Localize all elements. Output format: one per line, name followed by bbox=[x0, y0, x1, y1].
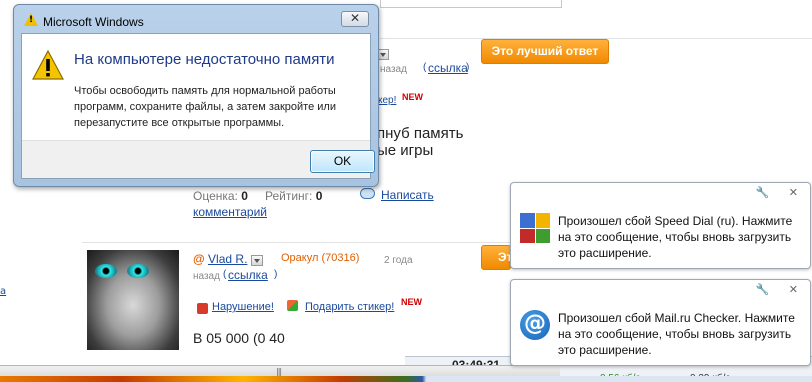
violation-icon bbox=[197, 303, 208, 314]
sticker-link[interactable]: кер! bbox=[378, 95, 396, 106]
dialog-heading: На компьютере недостаточно памяти bbox=[74, 51, 335, 68]
dialog-title: Microsoft Windows bbox=[43, 15, 144, 29]
taskbar[interactable] bbox=[0, 376, 812, 382]
cat-eye-left bbox=[95, 264, 117, 278]
speed-dial-icon bbox=[520, 213, 550, 243]
user-rank: Оракул (70316) bbox=[281, 252, 360, 264]
answer-user: @ Vlad R. bbox=[193, 252, 247, 266]
dialog-body: На компьютере недостаточно памяти Чтобы … bbox=[21, 33, 375, 179]
notification-tools[interactable]: 🔧 ✕ bbox=[756, 186, 806, 199]
warning-icon bbox=[32, 50, 64, 80]
write-comment-link[interactable]: Написать bbox=[381, 188, 434, 202]
at-icon: @ bbox=[193, 252, 205, 266]
paren-open-2: ( bbox=[223, 269, 227, 280]
gift-icon bbox=[287, 300, 298, 311]
notification-mailru-checker[interactable]: 🔧 ✕ @ Произошел сбой Mail.ru Checker. На… bbox=[510, 279, 811, 366]
best-answer-button-2[interactable]: Это bbox=[481, 245, 511, 270]
answer-age: 2 года bbox=[384, 255, 413, 266]
paren-close: ) bbox=[466, 62, 470, 73]
user-name-link[interactable]: Vlad R. bbox=[208, 252, 247, 266]
dialog-message: Чтобы освободить память для нормальной р… bbox=[74, 85, 336, 129]
ok-button[interactable]: OK bbox=[310, 150, 375, 173]
user-dropdown-icon[interactable] bbox=[251, 255, 263, 266]
left-edge-link[interactable]: а bbox=[0, 286, 6, 297]
notification-tools[interactable]: 🔧 ✕ bbox=[756, 283, 806, 296]
write-comment-link-2[interactable]: комментарий bbox=[193, 205, 267, 219]
cat-eye-right bbox=[127, 264, 149, 278]
violation-link[interactable]: Нарушение! bbox=[212, 301, 274, 313]
close-button[interactable]: ✕ bbox=[341, 11, 369, 27]
scrollbar-grip-icon: ||| bbox=[276, 367, 282, 376]
answer-age-2: назад bbox=[193, 271, 220, 282]
new-badge: NEW bbox=[402, 92, 423, 102]
answer-text-line-2: ые игры bbox=[377, 142, 434, 159]
paren-open: ( bbox=[423, 62, 427, 73]
warning-small-icon bbox=[24, 13, 38, 26]
best-answer-button[interactable]: Это лучший ответ bbox=[481, 39, 609, 64]
new-badge-2: NEW bbox=[401, 297, 422, 307]
top-input-box bbox=[380, 0, 562, 8]
score-label: Рейтинг: 0 bbox=[265, 189, 323, 203]
notification-text[interactable]: Произошел сбой Mail.ru Checker. Нажмите … bbox=[558, 310, 803, 358]
notification-text[interactable]: Произошел сбой Speed Dial (ru). Нажмите … bbox=[558, 213, 803, 261]
answer-time: назад bbox=[380, 64, 407, 75]
rating-label: Оценка: 0 bbox=[193, 189, 248, 203]
answer-text-line-1: пнуб память bbox=[377, 125, 464, 142]
gift-sticker-link[interactable]: Подарить стикер! bbox=[305, 301, 394, 313]
divider-2 bbox=[82, 242, 512, 243]
avatar[interactable] bbox=[87, 250, 179, 350]
notification-speed-dial[interactable]: 🔧 ✕ Произошел сбой Speed Dial (ru). Нажм… bbox=[510, 182, 811, 269]
answer-link-2[interactable]: ссылка bbox=[228, 268, 268, 282]
low-memory-dialog: Microsoft Windows ✕ На компьютере недост… bbox=[13, 4, 379, 187]
answer-link[interactable]: ссылка bbox=[428, 61, 468, 75]
mailru-at-icon: @ bbox=[520, 310, 550, 340]
answer-text-bottom: В 05 000 (0 40 bbox=[193, 330, 285, 346]
comment-bubble-icon bbox=[360, 188, 375, 199]
paren-close-2: ) bbox=[274, 269, 278, 280]
